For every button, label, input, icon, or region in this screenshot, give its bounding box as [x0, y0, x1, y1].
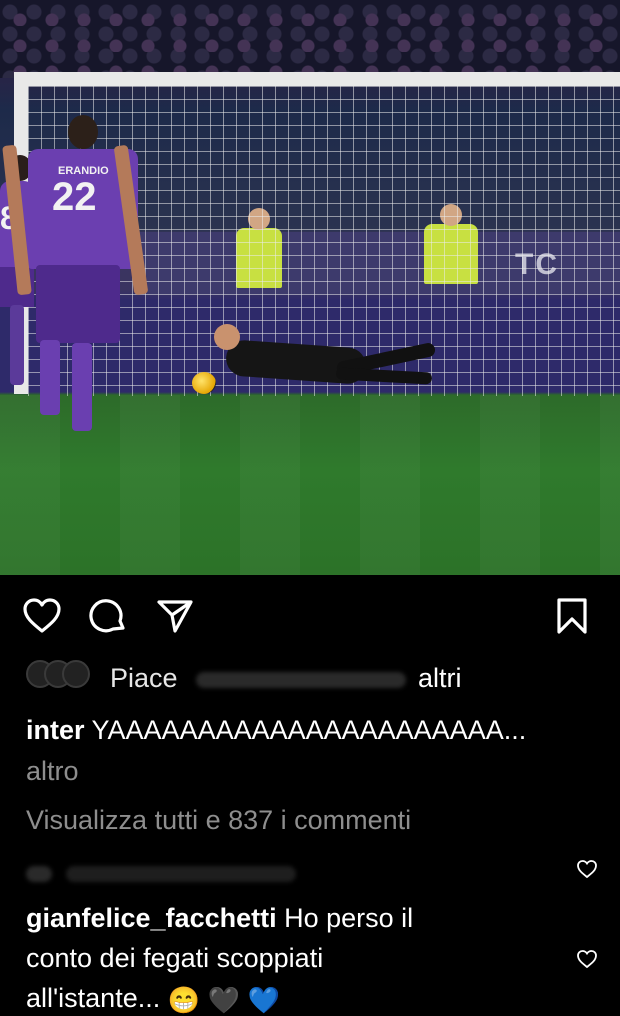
caption: inter YAAAAAAAAAAAAAAAAAAAAAA... — [26, 714, 526, 746]
comment-button[interactable] — [88, 596, 128, 636]
post-photo[interactable]: TC 8 22 ERANDIO — [0, 0, 620, 575]
redacted-username — [196, 672, 406, 688]
crowd — [0, 0, 620, 78]
caption-text: YAAAAAAAAAAAAAAAAAAAAAA... — [91, 715, 527, 745]
like-button[interactable] — [22, 596, 62, 636]
heart-outline-icon — [23, 598, 61, 633]
comment-text-line2: conto dei fegati scoppiati — [26, 943, 324, 973]
redacted-comment — [26, 862, 326, 886]
liker-avatars — [26, 660, 106, 690]
grinning-emoji: 😁 — [167, 985, 201, 1015]
comment-username[interactable]: gianfelice_facchetti — [26, 903, 277, 933]
caption-more-link[interactable]: altro — [26, 755, 79, 787]
like-comment-icon[interactable] — [576, 948, 598, 970]
share-button[interactable] — [155, 596, 195, 636]
football — [192, 372, 216, 394]
save-button[interactable] — [552, 596, 592, 636]
caption-username[interactable]: inter — [26, 715, 85, 745]
goalkeeper — [196, 324, 437, 390]
bookmark-icon — [557, 598, 587, 634]
like-comment-icon[interactable] — [576, 858, 598, 880]
likes-suffix: altri — [418, 663, 462, 693]
comment-bubble-icon — [89, 599, 125, 633]
comment-text-line1: Ho perso il — [284, 903, 414, 933]
action-bar — [0, 590, 620, 642]
blue-heart-emoji: 💙 — [247, 985, 280, 1015]
likes-prefix: Piace — [110, 663, 178, 693]
comment-text-line3: all'istante... — [26, 983, 161, 1013]
view-all-comments-link[interactable]: Visualizza tutti e 837 i commenti — [26, 804, 411, 836]
paper-plane-icon — [157, 600, 193, 633]
likes-summary[interactable]: Piace altri — [26, 660, 486, 700]
pitch — [0, 395, 620, 575]
jersey-name: ERANDIO — [58, 165, 109, 177]
black-heart-emoji: 🖤 — [207, 985, 241, 1015]
